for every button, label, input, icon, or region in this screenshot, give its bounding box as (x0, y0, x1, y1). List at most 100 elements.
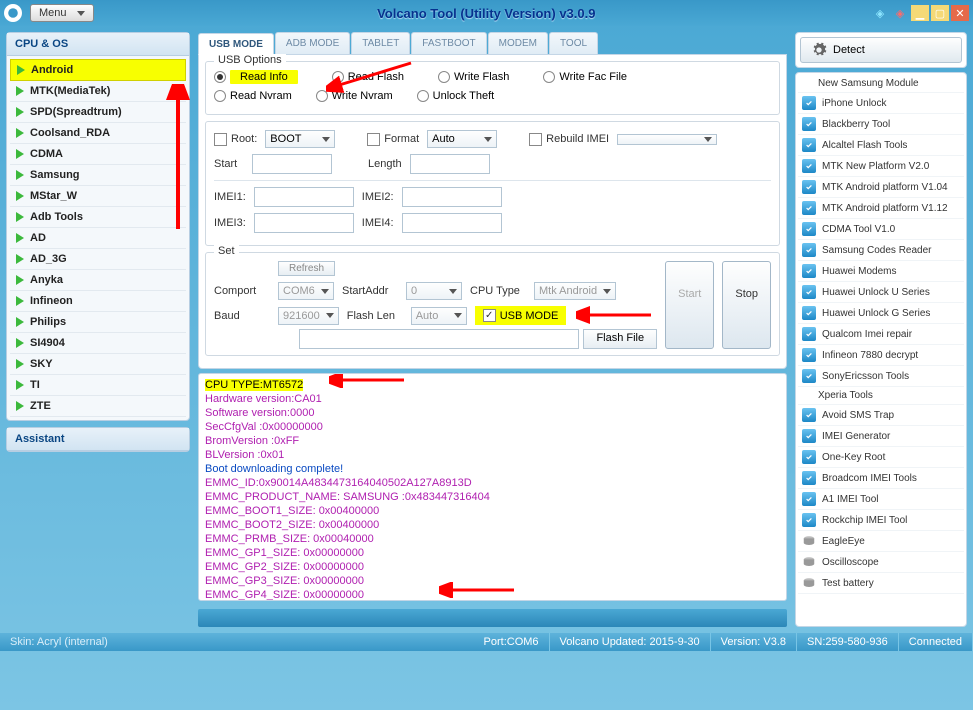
refresh-button[interactable]: Refresh (278, 261, 335, 276)
cputype-combo[interactable]: Mtk Android (534, 282, 616, 300)
tool-item-rockchipimeitool[interactable]: Rockchip IMEI Tool (798, 510, 964, 531)
tab-adb-mode[interactable]: ADB MODE (275, 32, 350, 54)
tool-item-qualcomimeirepair[interactable]: Qualcom Imei repair (798, 324, 964, 345)
sidebar-item-infineon[interactable]: Infineon (10, 291, 186, 312)
tool-label: A1 IMEI Tool (822, 494, 879, 505)
tool-item-huaweiunlockuseries[interactable]: Huawei Unlock U Series (798, 282, 964, 303)
radio-read-flash[interactable]: Read Flash (332, 71, 404, 83)
radio-label: Read Info (230, 70, 298, 84)
start-button[interactable]: Start (665, 261, 714, 349)
sidebar-item-sky[interactable]: SKY (10, 354, 186, 375)
startaddr-combo[interactable]: 0 (406, 282, 462, 300)
tool-item-testbattery[interactable]: Test battery (798, 573, 964, 594)
usb-mode-checkbox[interactable]: USB MODE (475, 306, 567, 325)
sidebar-item-anyka[interactable]: Anyka (10, 270, 186, 291)
diamond-icon-1[interactable]: ◈ (871, 5, 889, 21)
tool-item-alcaltelflashtools[interactable]: Alcaltel Flash Tools (798, 135, 964, 156)
tool-label: New Samsung Module (818, 78, 919, 89)
assistant-header[interactable]: Assistant (7, 428, 189, 451)
sidebar-item-zte[interactable]: ZTE (10, 396, 186, 417)
sidebar-item-mstarw[interactable]: MStar_W (10, 186, 186, 207)
minimize-button[interactable]: ▁ (911, 5, 929, 21)
imei1-input[interactable] (254, 187, 354, 207)
sidebar-item-si4904[interactable]: SI4904 (10, 333, 186, 354)
sidebar-item-adbtools[interactable]: Adb Tools (10, 207, 186, 228)
radio-write-nvram[interactable]: Write Nvram (316, 90, 393, 102)
menu-button[interactable]: Menu (30, 4, 94, 22)
log-line: CPU TYPE:MT6572 (205, 379, 303, 391)
tab-tablet[interactable]: TABLET (351, 32, 410, 54)
sidebar-item-ad3g[interactable]: AD_3G (10, 249, 186, 270)
tool-item-huaweiunlockgseries[interactable]: Huawei Unlock G Series (798, 303, 964, 324)
tab-usb-mode[interactable]: USB MODE (198, 33, 274, 55)
tools-list: New Samsung Module iPhone UnlockBlackberr… (795, 72, 967, 627)
tool-item-a1imeitool[interactable]: A1 IMEI Tool (798, 489, 964, 510)
play-icon (16, 128, 24, 138)
rebuild-imei-combo[interactable] (617, 134, 717, 145)
tool-item-blackberrytool[interactable]: Blackberry Tool (798, 114, 964, 135)
sidebar-item-ad[interactable]: AD (10, 228, 186, 249)
imei4-input[interactable] (402, 213, 502, 233)
tool-item-oscilloscope[interactable]: Oscilloscope (798, 552, 964, 573)
tool-item-huaweimodems[interactable]: Huawei Modems (798, 261, 964, 282)
sidebar-item-android[interactable]: Android (10, 59, 186, 81)
rebuild-imei-checkbox[interactable]: Rebuild IMEI (529, 133, 609, 146)
sidebar-item-spdspreadtrum[interactable]: SPD(Spreadtrum) (10, 102, 186, 123)
format-combo[interactable]: Auto (427, 130, 497, 148)
imei2-input[interactable] (402, 187, 502, 207)
maximize-button[interactable]: ▢ (931, 5, 949, 21)
radio-read-nvram[interactable]: Read Nvram (214, 90, 292, 102)
log-line: EMMC_ID:0x90014A4834473164040502A127A891… (205, 476, 780, 490)
radio-unlock-theft[interactable]: Unlock Theft (417, 90, 495, 102)
tool-item-mtkandroidplatformv104[interactable]: MTK Android platform V1.04 (798, 177, 964, 198)
sidebar-item-coolsandrda[interactable]: Coolsand_RDA (10, 123, 186, 144)
sidebar-item-cdma[interactable]: CDMA (10, 144, 186, 165)
tool-item-broadcomimeitools[interactable]: Broadcom IMEI Tools (798, 468, 964, 489)
flash-file-button[interactable]: Flash File (583, 329, 657, 349)
sidebar-item-ti[interactable]: TI (10, 375, 186, 396)
tool-icon (802, 201, 816, 215)
tab-tool[interactable]: TOOL (549, 32, 598, 54)
tool-item-cdmatoolv10[interactable]: CDMA Tool V1.0 (798, 219, 964, 240)
comport-combo[interactable]: COM6 (278, 282, 334, 300)
tool-icon (802, 327, 816, 341)
radio-write-fac-file[interactable]: Write Fac File (543, 71, 627, 83)
start-input[interactable] (252, 154, 332, 174)
flash-file-input[interactable] (299, 329, 579, 349)
play-icon (16, 191, 24, 201)
tool-item-avoidsmstrap[interactable]: Avoid SMS Trap (798, 405, 964, 426)
tool-item-imeigenerator[interactable]: IMEI Generator (798, 426, 964, 447)
root-combo[interactable]: BOOT (265, 130, 335, 148)
radio-read-info[interactable]: Read Info (214, 70, 298, 84)
close-button[interactable]: ✕ (951, 5, 969, 21)
log-line: EMMC_GP3_SIZE: 0x00000000 (205, 574, 780, 588)
detect-button[interactable]: Detect (800, 37, 962, 63)
play-icon (17, 65, 25, 75)
stop-button[interactable]: Stop (722, 261, 771, 349)
diamond-icon-2[interactable]: ◈ (891, 5, 909, 21)
tool-item-mtkandroidplatformv112[interactable]: MTK Android platform V1.12 (798, 198, 964, 219)
tool-item-iphoneunlock[interactable]: iPhone Unlock (798, 93, 964, 114)
length-input[interactable] (410, 154, 490, 174)
tool-item-mtknewplatformv20[interactable]: MTK New Platform V2.0 (798, 156, 964, 177)
play-icon (16, 233, 24, 243)
tool-item-eagleeye[interactable]: EagleEye (798, 531, 964, 552)
status-updated: Volcano Updated: 2015-9-30 (550, 633, 711, 651)
sidebar-item-samsung[interactable]: Samsung (10, 165, 186, 186)
set-title: Set (214, 245, 239, 257)
tab-fastboot[interactable]: FASTBOOT (411, 32, 486, 54)
root-checkbox[interactable]: Root: (214, 133, 257, 146)
sidebar-item-philips[interactable]: Philips (10, 312, 186, 333)
format-checkbox[interactable]: Format (367, 133, 419, 146)
flashlen-combo[interactable]: Auto (411, 307, 467, 325)
sidebar-item-mtkmediatek[interactable]: MTK(MediaTek) (10, 81, 186, 102)
baud-combo[interactable]: 921600 (278, 307, 339, 325)
tool-item-samsungcodesreader[interactable]: Samsung Codes Reader (798, 240, 964, 261)
sidebar-item-label: CDMA (30, 148, 63, 160)
tool-item-onekeyroot[interactable]: One-Key Root (798, 447, 964, 468)
tool-item-sonyericssontools[interactable]: SonyEricsson Tools (798, 366, 964, 387)
tab-modem[interactable]: MODEM (488, 32, 548, 54)
imei3-input[interactable] (254, 213, 354, 233)
tool-item-infineon7880decrypt[interactable]: Infineon 7880 decrypt (798, 345, 964, 366)
radio-write-flash[interactable]: Write Flash (438, 71, 509, 83)
